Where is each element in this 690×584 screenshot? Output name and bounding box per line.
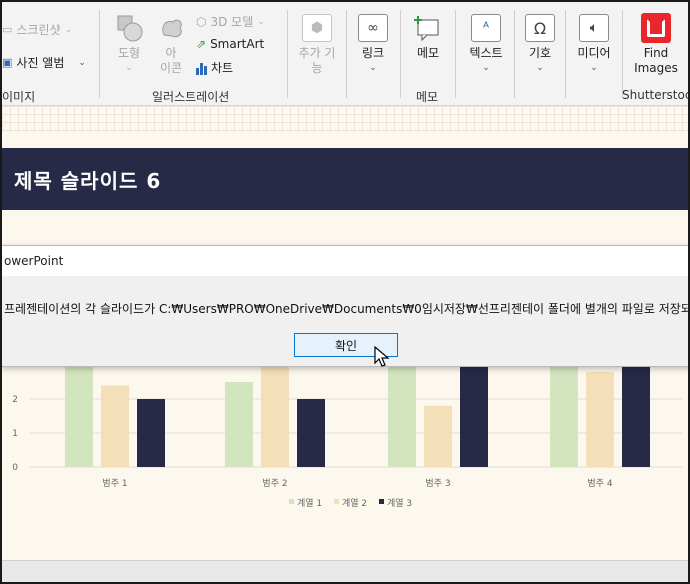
shapes-button[interactable]: 도형 ⌄: [110, 12, 148, 76]
chart-bar[interactable]: [225, 382, 253, 467]
legend-swatch: [334, 499, 339, 504]
group-divider: [622, 10, 623, 98]
screenshot-icon: ▭: [2, 23, 13, 36]
group-label-comments: 메모: [416, 90, 439, 104]
comment-button[interactable]: 메모: [410, 12, 446, 61]
dialog-titlebar: [2, 246, 688, 276]
symbol-button[interactable]: Ω 기호 ⌄: [522, 12, 558, 76]
find-images-button[interactable]: Find Images: [632, 12, 680, 76]
screenshot-button[interactable]: ▭ 스크린샷 ⌄: [2, 21, 72, 38]
group-divider: [99, 10, 100, 98]
chart-bar[interactable]: [297, 399, 325, 467]
powerpoint-dialog: owerPoint 프레젠테이션의 각 슬라이드가 C:₩Users₩PRO₩O…: [2, 245, 690, 367]
group-divider: [346, 10, 347, 98]
photo-album-icon: ▣: [2, 56, 13, 69]
group-divider: [565, 10, 566, 98]
slide-title[interactable]: 제목 슬라이드 6: [14, 165, 161, 194]
smartart-button[interactable]: ⇗ SmartArt: [196, 37, 264, 51]
chart-bar[interactable]: [460, 365, 488, 467]
shutterstock-icon: [640, 12, 672, 44]
photo-album-button[interactable]: ▣ 사진 앨범 ⌄: [2, 54, 86, 71]
chart-bar[interactable]: [388, 357, 416, 467]
chart-button[interactable]: 차트: [196, 59, 233, 76]
bar-chart-icon: [196, 61, 207, 75]
chart-bar[interactable]: [261, 357, 289, 467]
chart-bar[interactable]: [622, 357, 650, 467]
powerpoint-window: ▭ 스크린샷 ⌄ ▣ 사진 앨범 ⌄ 이미지 도형 ⌄ 아 이콘 ⬡ 3D 모델…: [0, 0, 690, 584]
link-button[interactable]: ∞ 링크 ⌄: [355, 12, 391, 76]
slide-bottom-edge: [2, 560, 688, 561]
text-button[interactable]: ᴬ 텍스트 ⌄: [464, 12, 508, 76]
chevron-down-icon: ⌄: [590, 63, 598, 73]
group-divider: [514, 10, 515, 98]
mouse-cursor-icon: [374, 346, 390, 367]
chevron-down-icon: ⌄: [64, 24, 73, 35]
chevron-down-icon: ⌄: [369, 63, 377, 73]
icons-icon: [155, 12, 187, 44]
legend-entry: 계열 3: [387, 497, 412, 509]
dialog-title: owerPoint: [4, 254, 64, 268]
y-tick-label: 1: [12, 429, 18, 439]
group-label-images: 이미지: [2, 90, 36, 104]
chart-bar[interactable]: [137, 399, 165, 467]
y-tick-label: 0: [12, 463, 18, 473]
chevron-down-icon: ⌄: [536, 63, 544, 73]
legend-swatch: [289, 499, 294, 504]
smartart-icon: ⇗: [196, 37, 207, 51]
link-icon: ∞: [357, 12, 389, 44]
x-category-label: 범주 1: [102, 478, 127, 489]
chart-bar[interactable]: [586, 371, 614, 467]
legend-entry: 계열 1: [297, 497, 322, 509]
chevron-down-icon: ⌄: [78, 57, 86, 68]
new-comment-icon: [412, 12, 444, 44]
cube-icon: ⬡: [196, 14, 207, 29]
media-button[interactable]: 🔈︎ 미디어 ⌄: [572, 12, 616, 76]
chart-bar[interactable]: [550, 357, 578, 467]
chart-bar[interactable]: [65, 357, 93, 467]
y-tick-label: 2: [12, 395, 18, 405]
ribbon: ▭ 스크린샷 ⌄ ▣ 사진 앨범 ⌄ 이미지 도형 ⌄ 아 이콘 ⬡ 3D 모델…: [2, 2, 688, 106]
group-label-illustrations: 일러스트레이션: [152, 90, 230, 104]
chart-bar[interactable]: [424, 405, 452, 467]
add-ins-button[interactable]: ⬢ 추가 기 능: [294, 12, 340, 76]
text-box-icon: ᴬ: [470, 12, 502, 44]
chevron-down-icon: ⌄: [482, 63, 490, 73]
legend-swatch: [379, 499, 384, 504]
x-category-label: 범주 4: [587, 478, 612, 489]
omega-icon: Ω: [524, 12, 556, 44]
shapes-icon: [113, 12, 145, 44]
group-label-shutterstock: Shutterstock: [622, 88, 688, 102]
chart-bar[interactable]: [101, 385, 129, 467]
x-category-label: 범주 2: [262, 478, 287, 489]
group-divider: [455, 10, 456, 98]
icons-button[interactable]: 아 이콘: [154, 12, 188, 76]
chevron-down-icon: ⌄: [257, 16, 265, 27]
speaker-icon: 🔈︎: [578, 12, 610, 44]
dialog-message: 프레젠테이션의 각 슬라이드가 C:₩Users₩PRO₩OneDrive₩Do…: [4, 302, 690, 316]
x-category-label: 범주 3: [425, 478, 450, 489]
chevron-down-icon: ⌄: [125, 63, 133, 73]
legend-entry: 계열 2: [342, 497, 367, 509]
group-divider: [287, 10, 288, 98]
3d-models-button[interactable]: ⬡ 3D 모델 ⌄: [196, 13, 265, 30]
chart[interactable]: 0 1 2 범주 1 범주 2 범주 3 범주 4 계열 1 계열 2 계열 3: [2, 357, 690, 517]
add-ins-icon: ⬢: [301, 12, 333, 44]
group-divider: [400, 10, 401, 98]
